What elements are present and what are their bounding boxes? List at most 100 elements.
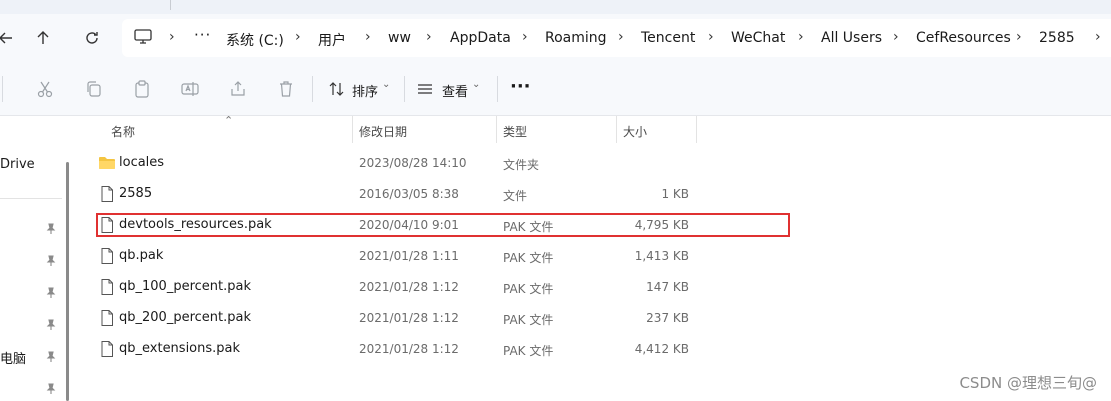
- chevron-right-icon: ›: [169, 29, 175, 45]
- pin-icon[interactable]: [45, 319, 57, 331]
- pin-icon[interactable]: [45, 351, 57, 363]
- breadcrumb-item[interactable]: 2585: [1039, 30, 1075, 46]
- file-date: 2023/08/28 14:10: [359, 156, 467, 170]
- file-date: 2021/01/28 1:11: [359, 249, 459, 263]
- sort-button[interactable]: 排序 ⌄: [326, 74, 394, 104]
- navigation-bar: › ··· 系统 (C:) › 用户 › ww › AppData › Roam…: [0, 14, 1111, 62]
- file-type: 文件夹: [503, 158, 540, 172]
- file-name: qb_100_percent.pak: [119, 279, 251, 294]
- navigation-pane: Drive 电脑: [0, 116, 75, 401]
- view-button[interactable]: 查看 ⌄: [414, 74, 486, 104]
- sidebar-item-drive[interactable]: Drive: [0, 157, 35, 172]
- chevron-right-icon: ›: [1016, 29, 1022, 45]
- file-type: PAK 文件: [503, 251, 554, 265]
- sidebar-item-this-pc[interactable]: 电脑: [0, 348, 26, 367]
- file-date: 2016/03/05 8:38: [359, 187, 459, 201]
- copy-button[interactable]: [84, 79, 104, 99]
- pin-icon[interactable]: [45, 223, 57, 235]
- column-divider: [696, 116, 697, 143]
- sidebar-scrollbar[interactable]: [66, 162, 69, 401]
- file-row[interactable]: qb_extensions.pak 2021/01/28 1:12 PAK 文件…: [78, 333, 698, 364]
- back-arrow-icon: [0, 32, 12, 44]
- chevron-right-icon: ›: [295, 29, 301, 45]
- chevron-right-icon: ›: [893, 29, 899, 45]
- share-button[interactable]: [228, 79, 248, 99]
- share-icon: [231, 81, 245, 96]
- file-name: 2585: [119, 186, 153, 201]
- file-row[interactable]: 2585 2016/03/05 8:38 文件 1 KB: [78, 178, 698, 209]
- column-header-date[interactable]: 修改日期: [359, 123, 407, 140]
- file-type: 文件: [503, 189, 528, 203]
- file-type: PAK 文件: [503, 282, 554, 296]
- tab-divider: [170, 0, 171, 10]
- sort-ascending-icon: ⌃: [224, 114, 234, 127]
- up-button[interactable]: [29, 24, 57, 52]
- rename-button[interactable]: [180, 79, 200, 99]
- file-row[interactable]: qb.pak 2021/01/28 1:11 PAK 文件 1,413 KB: [78, 240, 698, 271]
- sort-arrows-icon: [329, 82, 344, 96]
- file-list: ⌃ 名称 修改日期 类型 大小 locales 2023/08/28 14:10…: [78, 114, 1111, 401]
- file-date: 2021/01/28 1:12: [359, 280, 459, 294]
- file-row[interactable]: qb_200_percent.pak 2021/01/28 1:12 PAK 文…: [78, 302, 698, 333]
- breadcrumb-item[interactable]: 用户: [318, 30, 346, 50]
- breadcrumb-item[interactable]: Roaming: [545, 30, 607, 46]
- column-divider: [616, 116, 617, 143]
- chevron-right-icon: ›: [708, 29, 714, 45]
- column-header-type[interactable]: 类型: [503, 123, 527, 140]
- tab-strip: [0, 0, 1111, 14]
- file-size: 1 KB: [661, 187, 689, 201]
- chevron-right-icon: ›: [618, 29, 624, 45]
- column-header-row: ⌃ 名称 修改日期 类型 大小: [78, 114, 1111, 144]
- toolbar-divider: [497, 76, 498, 102]
- file-icon: [101, 186, 113, 202]
- chevron-right-icon: ›: [1095, 29, 1101, 45]
- highlight-box: [96, 213, 790, 237]
- column-header-size[interactable]: 大小: [623, 123, 647, 140]
- file-name: locales: [119, 155, 165, 170]
- view-label: 查看: [442, 85, 469, 100]
- file-icon: [101, 248, 113, 264]
- pin-icon[interactable]: [45, 383, 57, 395]
- file-date: 2021/01/28 1:12: [359, 342, 459, 356]
- toolbar-divider: [2, 76, 3, 102]
- file-name: qb_200_percent.pak: [119, 310, 251, 325]
- file-size: 4,412 KB: [634, 342, 689, 356]
- column-divider: [352, 116, 353, 143]
- file-row[interactable]: qb_100_percent.pak 2021/01/28 1:12 PAK 文…: [78, 271, 698, 302]
- copy-icon: [87, 81, 101, 97]
- pin-icon[interactable]: [45, 255, 57, 267]
- scissors-icon: [37, 81, 53, 98]
- file-type: PAK 文件: [503, 344, 554, 358]
- paste-button[interactable]: [132, 79, 152, 99]
- breadcrumb-item[interactable]: AppData: [450, 30, 511, 46]
- chevron-right-icon: ›: [798, 29, 804, 45]
- file-name: qb_extensions.pak: [119, 341, 241, 356]
- file-row[interactable]: locales 2023/08/28 14:10 文件夹: [78, 147, 698, 178]
- pin-icon[interactable]: [45, 287, 57, 299]
- breadcrumb-item[interactable]: All Users: [821, 30, 882, 46]
- breadcrumb-item[interactable]: ww: [388, 30, 411, 46]
- chevron-right-icon: ›: [426, 29, 432, 45]
- more-options-button[interactable]: ···: [510, 76, 531, 97]
- breadcrumb-item[interactable]: 系统 (C:): [226, 30, 284, 50]
- file-icon: [101, 341, 113, 357]
- cut-button[interactable]: [35, 79, 55, 99]
- file-icon: [101, 279, 113, 295]
- address-bar[interactable]: › ··· 系统 (C:) › 用户 › ww › AppData › Roam…: [122, 19, 1111, 57]
- delete-button[interactable]: [276, 79, 296, 99]
- chevron-down-icon: ⌄: [472, 79, 481, 90]
- chevron-right-icon: ›: [522, 29, 528, 45]
- up-arrow-icon: [37, 31, 49, 44]
- watermark: CSDN @理想三旬@: [959, 374, 1097, 392]
- toolbar-divider: [312, 76, 313, 102]
- clipboard-icon: [135, 80, 149, 98]
- back-button[interactable]: [0, 24, 20, 52]
- breadcrumb-item[interactable]: Tencent: [641, 30, 695, 46]
- breadcrumb-item[interactable]: CefResources: [916, 30, 1011, 46]
- sidebar-divider: [0, 198, 62, 199]
- column-divider: [496, 116, 497, 143]
- column-header-name[interactable]: 名称: [111, 123, 135, 140]
- breadcrumb-overflow-button[interactable]: ···: [194, 26, 211, 44]
- breadcrumb-item[interactable]: WeChat: [731, 30, 785, 46]
- refresh-button[interactable]: [78, 24, 106, 52]
